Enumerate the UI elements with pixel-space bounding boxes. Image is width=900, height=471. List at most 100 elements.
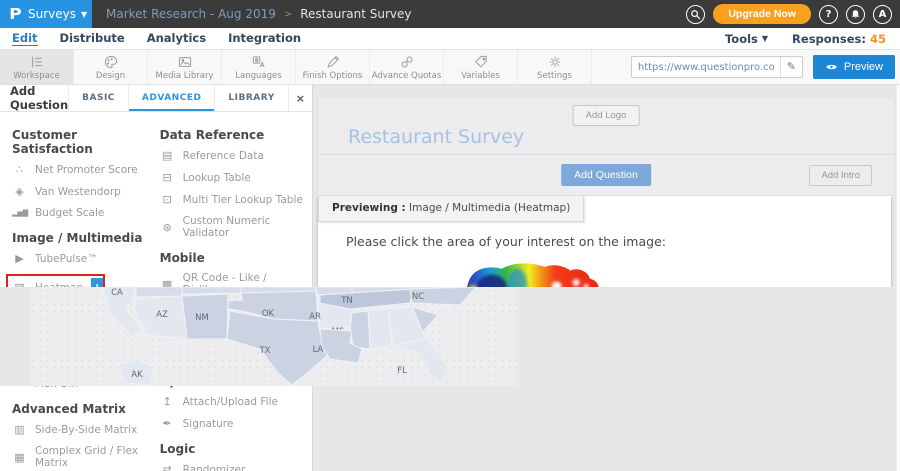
multi-tier-lookup-table-icon: ⊡ [160,193,175,206]
surveys-menu-label: Surveys [28,7,76,21]
section-heading-advanced-matrix: Advanced Matrix [12,402,150,416]
preview-button[interactable]: Preview [813,55,895,79]
attach-upload-file-icon: ↥ [160,395,175,408]
close-icon[interactable]: × [288,85,312,111]
nav-item-edit[interactable]: Edit [12,31,38,46]
toolbar-item-label: Settings [537,71,572,81]
state-label-ak: AK [131,370,143,380]
question-type-label: Side-By-Side Matrix [35,424,137,436]
add-intro-button[interactable]: Add Intro [809,165,872,186]
custom-numeric-validator-icon: ⊛ [160,221,175,234]
section-heading-customer-satisfaction: Customer Satisfaction [12,128,150,156]
workspace-icon [29,54,45,70]
question-type-label: Attach/Upload File [183,396,278,408]
breadcrumb-folder[interactable]: Market Research - Aug 2019 [106,7,276,21]
panel-header: Add Question BASICADVANCEDLIBRARY × [0,85,312,112]
panel-tab-advanced[interactable]: ADVANCED [128,85,215,111]
toolbar-item-label: Workspace [13,71,59,81]
tubepulse-icon: ▶ [12,252,27,265]
breadcrumb: Market Research - Aug 2019 > Restaurant … [106,7,412,21]
nav-item-analytics[interactable]: Analytics [147,31,206,46]
state-shape-fl[interactable] [394,339,448,383]
tools-menu[interactable]: Tools ▼ [725,32,768,46]
previewing-type: Image / Multimedia (Heatmap) [406,202,571,214]
bell-icon [850,9,861,20]
previewing-tab: Previewing : Image / Multimedia (Heatmap… [318,196,584,222]
toolbar-item-languages[interactable]: Languages [222,50,296,84]
scrollbar[interactable] [896,85,900,471]
toolbar-item-design[interactable]: Design [74,50,148,84]
question-type-multi-tier-lookup-table[interactable]: ⊡Multi Tier Lookup Table [160,193,304,206]
survey-title[interactable]: Restaurant Survey [348,126,524,148]
state-label-fl: FL [397,366,407,376]
toolbar-item-variables[interactable]: Variables [444,50,518,84]
responses-counter[interactable]: Responses: 45 [792,32,886,46]
toolbar-item-advance-quotas[interactable]: Advance Quotas [370,50,444,84]
edit-toolbar: Workspace DesignMedia LibraryLanguagesFin… [0,50,900,85]
chevron-down-icon: ▼ [762,34,768,43]
chevron-down-icon: ▼ [81,10,87,19]
question-text: Please click the area of your interest o… [346,234,891,249]
nav-tabs: Edit Distribute Analytics Integration [0,31,301,46]
question-type-side-by-side-matrix[interactable]: ▥Side-By-Side Matrix [12,423,150,436]
survey-header-card: Add Logo Restaurant Survey Add Question … [317,97,895,196]
toolbar-item-workspace[interactable]: Workspace [0,50,74,84]
question-type-reference-data[interactable]: ▤Reference Data [160,149,304,162]
finish-options-icon [325,54,341,70]
breadcrumb-separator-icon: > [284,9,292,20]
surveys-menu[interactable]: Surveys ▼ [28,7,87,21]
search-button[interactable] [686,5,705,24]
question-type-lookup-table[interactable]: ⊟Lookup Table [160,171,304,184]
state-shape-ms[interactable] [350,311,370,349]
breadcrumb-survey-name[interactable]: Restaurant Survey [300,7,411,21]
state-shape-partial[interactable] [136,287,182,297]
question-type-label: TubePulse™ [35,253,98,265]
eye-icon [825,63,838,71]
toolbar-item-settings[interactable]: Settings [518,50,592,84]
upgrade-now-button[interactable]: Upgrade Now [713,4,811,24]
previewing-label: Previewing : [332,202,406,214]
notifications-button[interactable] [846,5,865,24]
settings-icon [547,54,563,70]
question-type-net-promoter-score[interactable]: ∴Net Promoter Score [12,163,150,176]
add-question-button[interactable]: Add Question [561,164,651,186]
question-type-label: Complex Grid / Flex Matrix [35,445,150,469]
section-heading-data-reference: Data Reference [160,128,304,142]
nav-item-distribute[interactable]: Distribute [60,31,125,46]
logo-block[interactable]: P Surveys ▼ [0,0,92,28]
toolbar-item-media-library[interactable]: Media Library [148,50,222,84]
question-type-van-westendorp[interactable]: ◈ Van Westendorp [12,185,150,198]
state-label-la: LA [313,345,324,355]
top-navbar: P Surveys ▼ Market Research - Aug 2019 >… [0,0,900,28]
question-type-attach-upload-file[interactable]: ↥ Attach/Upload File [160,395,304,408]
edit-url-icon[interactable]: ✎ [780,57,802,77]
question-type-complex-grid-flex-matrix[interactable]: ▦Complex Grid / Flex Matrix [12,445,150,469]
state-label-nc: NC [412,292,424,302]
question-type-randomizer[interactable]: ⇄Randomizer [160,463,304,471]
help-button[interactable]: ? [819,5,838,24]
search-icon [690,9,701,20]
state-shape-partial[interactable] [182,287,241,294]
question-type-label: Van Westendorp [35,186,121,198]
panel-tab-library[interactable]: LIBRARY [214,85,287,111]
question-type-signature[interactable]: ✒Signature [160,417,304,430]
toolbar-item-finish-options[interactable]: Finish Options [296,50,370,84]
panel-title: Add Question [0,85,68,111]
panel-tab-basic[interactable]: BASIC [68,85,128,111]
panel-tabs: BASICADVANCEDLIBRARY [68,85,288,111]
languages-icon [251,54,267,70]
van-westendorp-icon: ◈ [12,185,27,198]
question-type-custom-numeric-validator[interactable]: ⊛ Custom Numeric Validator [160,215,304,239]
us-map-image[interactable]: CAAZNMOKARTNNCSCGAALMSTXLAFLAK [30,287,518,386]
toolbar-items: Workspace DesignMedia LibraryLanguagesFin… [0,50,592,84]
avatar[interactable]: A [873,5,892,24]
nav-item-integration[interactable]: Integration [228,31,301,46]
toolbar-item-label: Variables [461,71,500,81]
add-logo-button[interactable]: Add Logo [573,105,640,126]
share-url-input[interactable] [632,62,780,73]
question-type-label: Custom Numeric Validator [183,215,304,239]
question-type-tubepulse[interactable]: ▶ TubePulse™ [12,252,150,265]
question-type-budget-scale[interactable]: ▂▅▇Budget Scale [12,207,150,219]
state-shape-al[interactable] [368,309,392,349]
question-type-label: Budget Scale [35,207,104,219]
